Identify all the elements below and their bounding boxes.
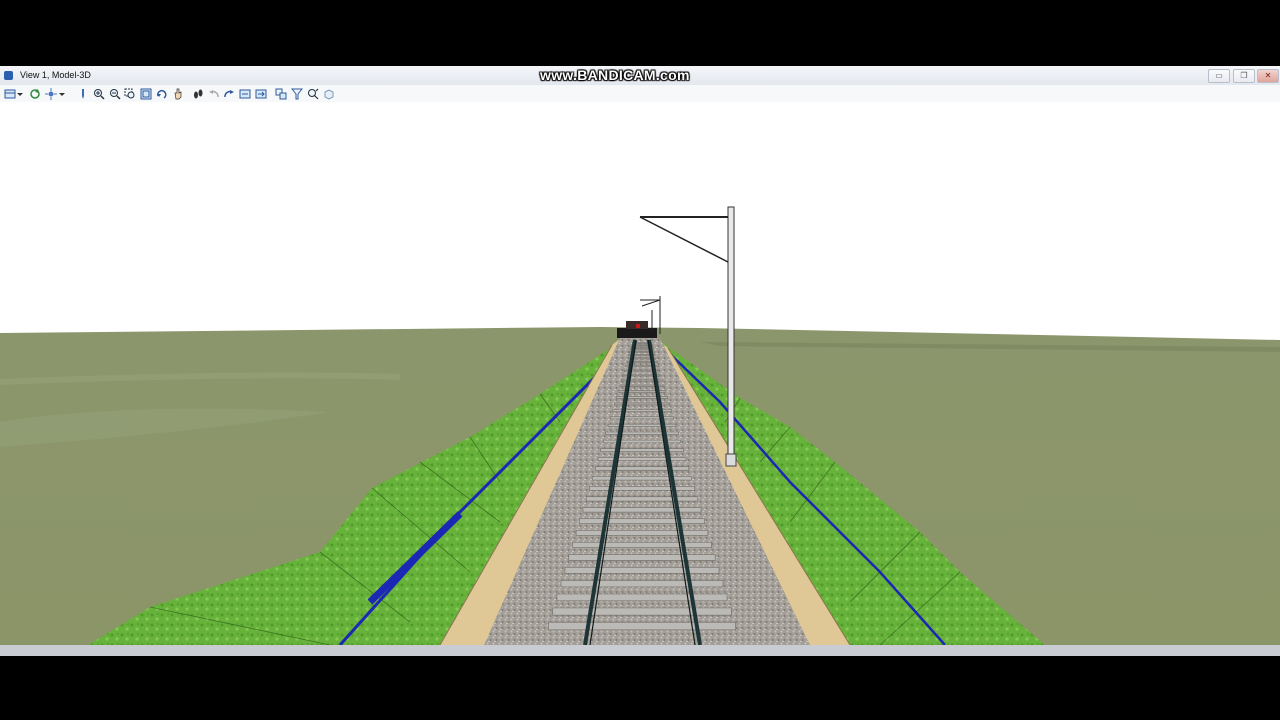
- sleeper: [585, 496, 699, 502]
- pan-view-icon[interactable]: [171, 87, 184, 100]
- view-display-icon[interactable]: [44, 87, 57, 100]
- sleeper: [582, 507, 702, 513]
- sleeper: [594, 466, 690, 471]
- sleeper: [575, 529, 709, 536]
- zoom-in-icon[interactable]: [92, 87, 105, 100]
- clip-volume-icon[interactable]: [254, 87, 267, 100]
- view-attributes-icon[interactable]: [3, 87, 16, 100]
- sleeper: [602, 439, 682, 444]
- sleeper: [568, 554, 716, 561]
- letterbox-bottom: [0, 656, 1280, 720]
- view-control-toolbar: [0, 85, 1280, 102]
- status-strip: [0, 645, 1280, 656]
- dropdown-arrow-icon[interactable]: [16, 87, 24, 100]
- sleeper: [607, 423, 677, 427]
- sleeper: [579, 518, 705, 524]
- update-view-icon[interactable]: [28, 87, 41, 100]
- sleeper: [548, 621, 736, 631]
- zoom-out-icon[interactable]: [108, 87, 121, 100]
- railway-3d-scene: [0, 102, 1280, 647]
- sleeper: [556, 593, 728, 602]
- render-icon[interactable]: [306, 87, 319, 100]
- fit-view-icon[interactable]: [139, 87, 152, 100]
- app-icon: [4, 71, 13, 80]
- walk-icon[interactable]: [191, 87, 204, 100]
- title-bar[interactable]: View 1, Model-3D www.BANDICAM.com ▭ ❐ ✕: [0, 66, 1280, 86]
- pen-icon[interactable]: [76, 87, 89, 100]
- view-camera-icon[interactable]: [274, 87, 287, 100]
- 3d-model-viewport[interactable]: [0, 102, 1280, 656]
- sleeper: [597, 457, 687, 461]
- sleeper: [609, 416, 675, 420]
- previous-view-icon[interactable]: [207, 87, 220, 100]
- sleeper: [564, 567, 720, 574]
- navigate-icon[interactable]: [290, 87, 303, 100]
- restore-button[interactable]: ❐: [1233, 69, 1255, 83]
- sleeper: [552, 607, 732, 616]
- minimize-button[interactable]: ▭: [1208, 69, 1230, 83]
- window-title: View 1, Model-3D: [20, 70, 91, 80]
- rotate-view-icon[interactable]: [155, 87, 168, 100]
- sleeper: [560, 580, 724, 588]
- camera-settings-icon[interactable]: [322, 87, 335, 100]
- window-area-icon[interactable]: [123, 87, 136, 100]
- sleeper: [572, 541, 712, 548]
- sleeper: [600, 448, 684, 452]
- sleeper: [589, 486, 695, 491]
- letterbox-top: [0, 0, 1280, 66]
- sleeper: [605, 431, 679, 435]
- recording-watermark: www.BANDICAM.com: [540, 67, 690, 83]
- close-button[interactable]: ✕: [1257, 69, 1279, 83]
- dropdown-arrow-icon[interactable]: [58, 87, 66, 100]
- microstation-view-window: View 1, Model-3D www.BANDICAM.com ▭ ❐ ✕: [0, 66, 1280, 656]
- sleeper: [592, 476, 692, 481]
- next-view-icon[interactable]: [222, 87, 235, 100]
- copy-view-icon[interactable]: [238, 87, 251, 100]
